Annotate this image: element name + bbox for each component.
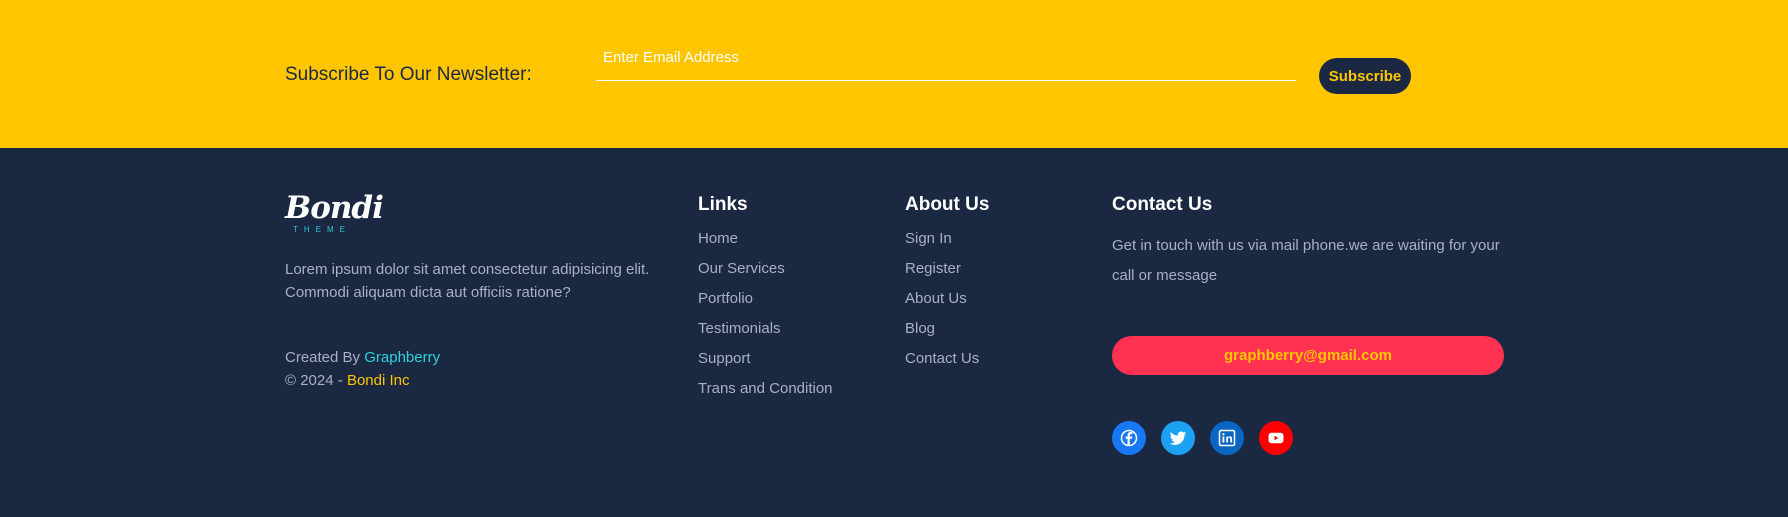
links-title: Links (698, 194, 748, 215)
email-input[interactable] (596, 47, 1296, 81)
social-links (1112, 421, 1293, 455)
newsletter-section: Subscribe To Our Newsletter: Subscribe (0, 0, 1788, 148)
links-list: Home Our Services Portfolio Testimonials… (698, 230, 833, 410)
footer-link-sign-in[interactable]: Sign In (905, 230, 979, 260)
youtube-icon[interactable] (1259, 421, 1293, 455)
created-by-prefix: Created By (285, 349, 361, 366)
contact-text: Get in touch with us via mail phone.we a… (1112, 237, 1500, 284)
contact-title: Contact Us (1112, 194, 1213, 215)
copyright-link[interactable]: Bondi Inc (347, 372, 410, 389)
footer-link-portfolio[interactable]: Portfolio (698, 290, 833, 320)
created-by: Created By Graphberry (285, 349, 440, 366)
footer-link-contact-us[interactable]: Contact Us (905, 350, 979, 380)
created-by-link[interactable]: Graphberry (364, 349, 440, 366)
about-title: About Us (905, 194, 990, 215)
logo-subtext: THEME (293, 225, 351, 234)
brand-logo[interactable]: Bondi THEME (285, 190, 385, 236)
footer-link-about-us[interactable]: About Us (905, 290, 979, 320)
copyright: © 2024 - Bondi Inc (285, 372, 409, 389)
email-button[interactable]: graphberry@gmail.com (1112, 336, 1504, 375)
footer-link-trans-and-condition[interactable]: Trans and Condition (698, 380, 833, 410)
brand-description: Lorem ipsum dolor sit amet consectetur a… (285, 261, 650, 301)
footer-link-home[interactable]: Home (698, 230, 833, 260)
linkedin-icon[interactable] (1210, 421, 1244, 455)
footer-link-our-services[interactable]: Our Services (698, 260, 833, 290)
newsletter-title: Subscribe To Our Newsletter: (285, 64, 532, 85)
logo-text: Bondi (285, 190, 384, 226)
about-list: Sign In Register About Us Blog Contact U… (905, 230, 979, 380)
subscribe-button[interactable]: Subscribe (1319, 58, 1411, 94)
footer-link-blog[interactable]: Blog (905, 320, 979, 350)
footer-link-testimonials[interactable]: Testimonials (698, 320, 833, 350)
footer-link-register[interactable]: Register (905, 260, 979, 290)
site-footer: Bondi THEME Lorem ipsum dolor sit amet c… (0, 148, 1788, 517)
copyright-prefix: © 2024 - (285, 372, 343, 389)
facebook-icon[interactable] (1112, 421, 1146, 455)
footer-link-support[interactable]: Support (698, 350, 833, 380)
twitter-icon[interactable] (1161, 421, 1195, 455)
